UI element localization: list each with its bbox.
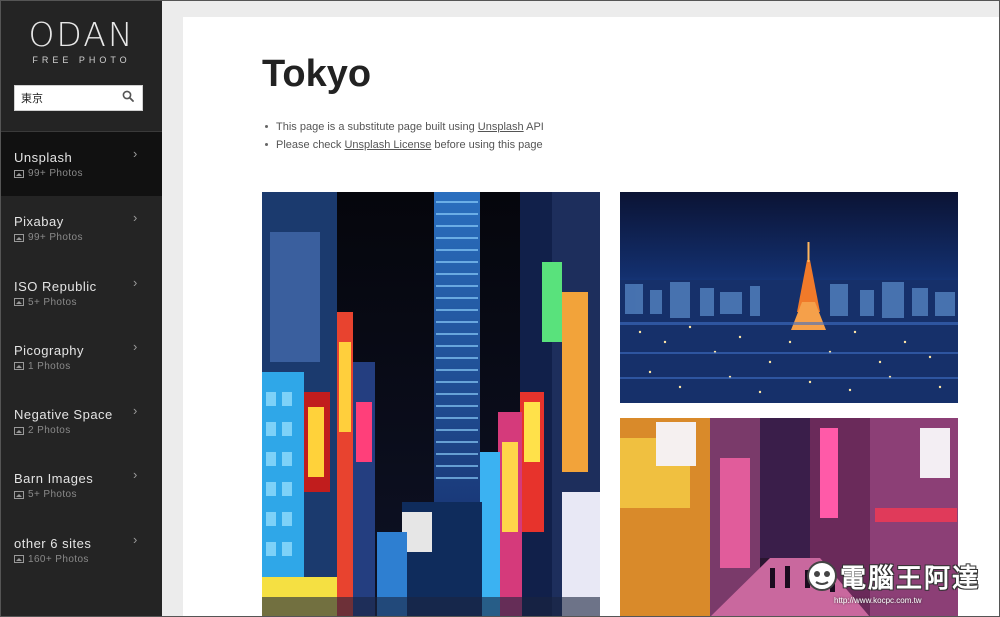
site-name: Pixabay: [14, 214, 64, 230]
logo-tagline: FREE PHOTO: [32, 55, 131, 65]
image-icon: [14, 555, 24, 564]
notice-text: before using this page: [431, 139, 543, 151]
chevron-right-icon: ›: [133, 338, 138, 354]
watermark-text: 電腦王阿達: [840, 563, 981, 593]
notice-list: This page is a substitute page built usi…: [265, 118, 544, 154]
site-count-text: 5+ Photos: [28, 489, 77, 501]
site-photo-count: 2 Photos: [14, 425, 71, 436]
main-content: Tokyo This page is a substitute page bui…: [183, 17, 999, 617]
site-name: ISO Republic: [14, 278, 97, 294]
chevron-right-icon: ›: [133, 274, 138, 290]
site-name: Picography: [14, 342, 85, 358]
site-count-text: 99+ Photos: [28, 232, 83, 244]
chevron-right-icon: ›: [133, 210, 138, 226]
site-count-text: 160+ Photos: [28, 553, 89, 565]
site-photo-count: 5+ Photos: [14, 489, 77, 500]
site-item-picography[interactable]: Picography 1 Photos ›: [1, 325, 162, 389]
image-icon: [14, 298, 24, 307]
site-name: Negative Space: [14, 407, 113, 423]
tokyo-tower-night-skyline-photo[interactable]: [620, 192, 958, 403]
site-count-text: 99+ Photos: [28, 168, 83, 179]
site-item-unsplash[interactable]: Unsplash 99+ Photos ›: [1, 132, 162, 197]
shinjuku-neon-street-photo[interactable]: [262, 192, 600, 617]
page-title: Tokyo: [262, 53, 372, 95]
site-name: Barn Images: [14, 471, 94, 487]
chevron-right-icon: ›: [133, 531, 138, 547]
notice-text: This page is a substitute page built usi…: [276, 121, 478, 133]
image-icon: [14, 490, 24, 499]
site-item-iso-republic[interactable]: ISO Republic 5+ Photos ›: [1, 261, 162, 325]
image-icon: [14, 426, 24, 435]
image-icon: [14, 233, 24, 242]
site-photo-count: 99+ Photos: [14, 168, 83, 179]
search-button[interactable]: [115, 86, 141, 110]
image-icon: [14, 362, 24, 371]
site-photo-count: 99+ Photos: [14, 232, 83, 243]
notice-text: Please check: [276, 139, 345, 151]
site-photo-count: 1 Photos: [14, 361, 71, 372]
site-count-text: 1 Photos: [28, 360, 71, 372]
site-item-other-sites[interactable]: other 6 sites 160+ Photos ›: [1, 518, 162, 582]
chevron-right-icon: ›: [133, 403, 138, 419]
image-icon: [14, 169, 24, 178]
search-icon: [122, 89, 134, 107]
watermark-logo-icon: [806, 560, 838, 592]
unsplash-link[interactable]: Unsplash: [478, 121, 524, 133]
site-count-text: 2 Photos: [28, 425, 71, 437]
site-list: Unsplash 99+ Photos › Pixabay 99+ Photos…: [1, 132, 162, 582]
site-name: other 6 sites: [14, 535, 92, 551]
brand: ODAN FREE PHOTO: [1, 1, 162, 131]
site-item-negative-space[interactable]: Negative Space 2 Photos ›: [1, 389, 162, 453]
notice-item: Please check Unsplash License before usi…: [265, 136, 544, 154]
watermark-url: http://www.kocpc.com.tw: [834, 596, 922, 605]
site-name: Unsplash: [14, 150, 73, 165]
chevron-right-icon: ›: [133, 146, 138, 161]
site-count-text: 5+ Photos: [28, 296, 77, 308]
search-input[interactable]: [15, 87, 115, 109]
notice-item: This page is a substitute page built usi…: [265, 118, 544, 136]
notice-text: API: [523, 121, 544, 133]
sidebar: ODAN FREE PHOTO Unsplash 99+ Photos ›: [1, 1, 162, 616]
site-item-barn-images[interactable]: Barn Images 5+ Photos ›: [1, 453, 162, 517]
unsplash-license-link[interactable]: Unsplash License: [344, 139, 431, 151]
site-photo-count: 5+ Photos: [14, 297, 77, 308]
site-photo-count: 160+ Photos: [14, 554, 89, 565]
site-watermark: 電腦王阿達 http://www.kocpc.com.tw: [800, 556, 996, 612]
chevron-right-icon: ›: [133, 467, 138, 483]
site-item-pixabay[interactable]: Pixabay 99+ Photos ›: [1, 196, 162, 260]
logo[interactable]: ODAN: [1, 15, 162, 54]
search-box: [14, 85, 143, 111]
